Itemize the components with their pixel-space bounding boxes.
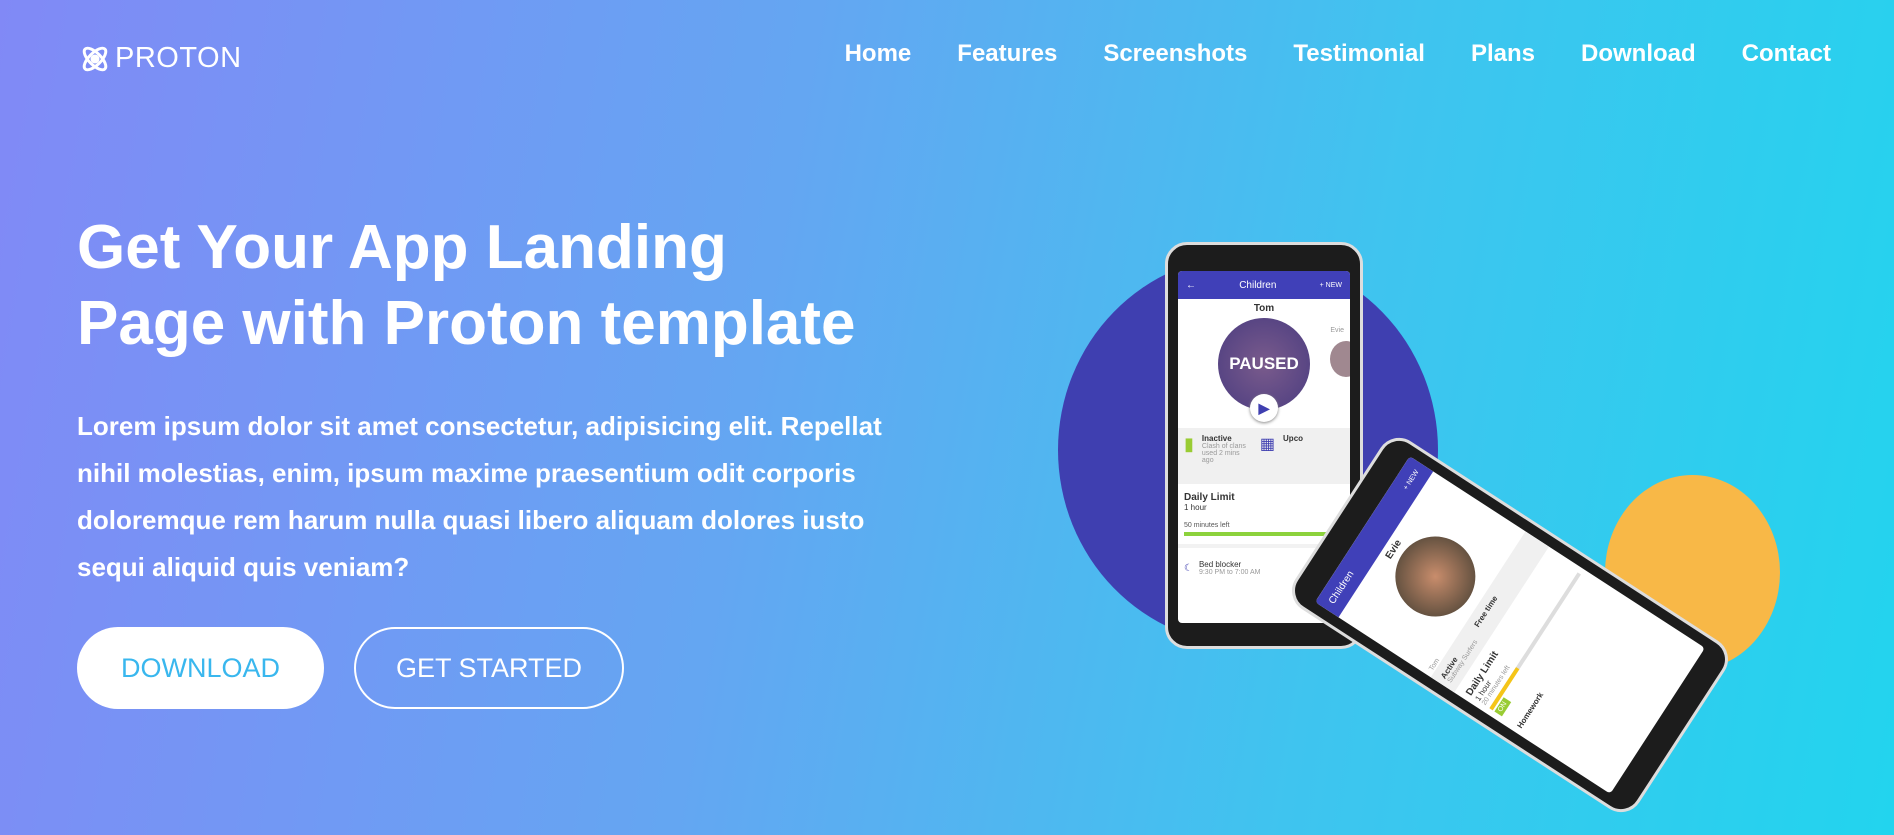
nav-features[interactable]: Features: [957, 40, 1057, 68]
main-nav: Home Features Screenshots Testimonial Pl…: [845, 40, 1831, 68]
child-avatar: PAUSED ▶: [1218, 318, 1310, 422]
calendar-icon: ▦: [1259, 436, 1276, 453]
hero-text: Lorem ipsum dolor sit amet consectetur, …: [77, 411, 882, 582]
nav-testimonial[interactable]: Testimonial: [1293, 40, 1425, 68]
inactive-label: Inactive: [1201, 434, 1232, 443]
nav-download[interactable]: Download: [1581, 40, 1696, 68]
download-button[interactable]: DOWNLOAD: [77, 627, 324, 709]
back-icon: ←: [1186, 279, 1196, 291]
get-started-button[interactable]: GET STARTED: [354, 627, 624, 709]
title-line-1: Get Your App Landing: [77, 213, 727, 282]
bed-blocker-label: Bed blocker: [1198, 560, 1242, 569]
bed-blocker-time: 9:30 PM to 7:00 AM: [1198, 569, 1261, 576]
paused-label: PAUSED: [1229, 354, 1299, 373]
limit-progress: [1184, 532, 1344, 536]
child-name: Tom: [1253, 303, 1275, 314]
screen-header: Children: [1326, 568, 1357, 607]
atom-icon: [82, 46, 108, 71]
nav-contact[interactable]: Contact: [1742, 40, 1831, 68]
play-button[interactable]: ▶: [1250, 394, 1278, 422]
new-label: + NEW: [1319, 281, 1342, 289]
brand-name: PROTON: [115, 42, 242, 74]
android-icon: ▮: [1184, 434, 1194, 454]
upcoming-label: Upco: [1283, 434, 1304, 443]
nav-screenshots[interactable]: Screenshots: [1103, 40, 1247, 68]
screen-header: Children: [1239, 279, 1277, 291]
nav-home[interactable]: Home: [845, 40, 912, 68]
moon-icon: ☾: [1184, 562, 1193, 574]
other-child: Evie: [1330, 327, 1344, 334]
new-label: + NEW: [1402, 468, 1421, 492]
hero-title: Get Your App Landing Page with Proton tem…: [77, 210, 977, 362]
title-line-2: Page with Proton template: [77, 289, 856, 358]
logo[interactable]: PROTON: [79, 42, 242, 75]
daily-limit-label: Daily Limit: [1184, 492, 1235, 503]
inactive-sub: Clash of clans used 2 mins ago: [1201, 443, 1246, 464]
time-left: 50 minutes left: [1184, 522, 1230, 529]
daily-limit-value: 1 hour: [1184, 503, 1207, 512]
nav-plans[interactable]: Plans: [1471, 40, 1535, 68]
